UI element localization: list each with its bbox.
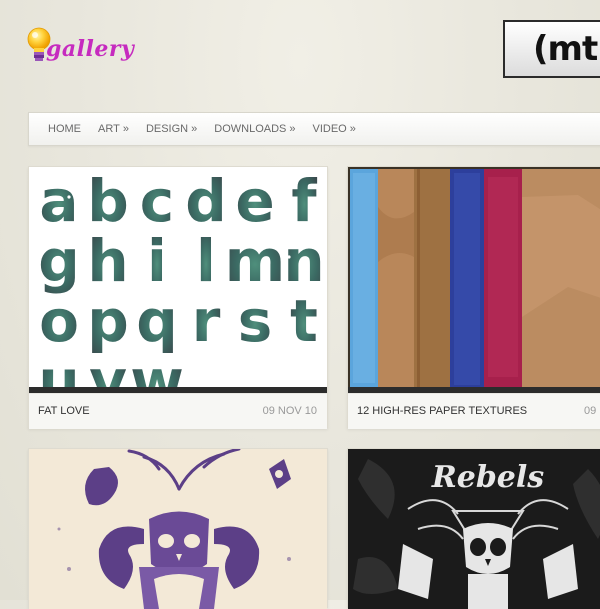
alphabet-letter: u (38, 347, 79, 393)
rebels-artwork: Rebels (348, 449, 600, 609)
chevron-right-icon: » (349, 123, 356, 135)
ad-text: (mt (533, 29, 598, 69)
alphabet-letter: h (87, 227, 128, 295)
sparkle-dot (287, 255, 291, 259)
sparkle-dot (67, 195, 71, 199)
post-thumbnail[interactable] (348, 167, 600, 393)
alphabet-letter: r (192, 287, 221, 355)
nav-item-design[interactable]: DESIGN» (146, 123, 197, 135)
alphabet-letter: g (38, 227, 80, 295)
sparkle-dot (257, 365, 261, 369)
post-title[interactable]: 12 HIGH-RES PAPER TEXTURES (357, 405, 527, 417)
nav-item-home[interactable]: HOME (48, 123, 81, 135)
alphabet-letter: q (136, 287, 178, 355)
alphabet-letter: w (130, 347, 184, 393)
nav-item-video[interactable]: VIDEO» (313, 123, 356, 135)
alphabet-letter: m (225, 227, 285, 295)
paper-textures-artwork (348, 167, 600, 393)
post-card-rebels[interactable]: Rebels (347, 448, 600, 609)
sparkle-dot (177, 275, 181, 279)
alphabet-letter: d (185, 167, 227, 235)
alphabet-artwork: a b c d e f g h i l mn o p q r s t u v w (29, 167, 327, 393)
sparkle-dot (147, 225, 151, 229)
alphabet-letter: f (291, 167, 317, 235)
post-date: 09 (584, 405, 597, 417)
nav-item-label: DESIGN (145, 123, 189, 135)
rebels-title: Rebels (431, 460, 544, 495)
chevron-right-icon: » (289, 123, 296, 135)
nav-item-downloads[interactable]: DOWNLOADS» (214, 123, 295, 135)
post-card-ram-art[interactable] (28, 448, 328, 609)
post-thumbnail[interactable] (29, 449, 327, 609)
alphabet-letter: o (39, 287, 79, 355)
post-caption: FAT LOVE 09 NOV 10 (29, 393, 327, 429)
nav-item-label: HOME (48, 123, 81, 135)
alphabet-letter: l (196, 227, 216, 295)
lightbulb-icon (27, 27, 51, 61)
alphabet-letter: s (238, 287, 273, 355)
nav-item-art[interactable]: ART» (98, 123, 129, 135)
alphabet-letter: p (87, 287, 129, 355)
alphabet-letter: e (235, 167, 274, 235)
site-logo[interactable]: gallery (26, 26, 134, 66)
sparkle-dot (117, 365, 121, 369)
alphabet-letter: i (147, 227, 167, 295)
nav-item-label: ART (98, 123, 120, 135)
post-card-fat-love[interactable]: abcdef ghilmn opqrst uvw FAT LOVE 09 NOV 10 (28, 166, 328, 429)
post-date: 09 NOV 10 (262, 405, 317, 417)
alphabet-letter: c (140, 167, 174, 235)
sparkle-dot (227, 185, 231, 189)
nav-item-label: DOWNLOADS (214, 123, 287, 135)
alphabet-letter: v (89, 347, 127, 393)
logo-text: gallery (46, 36, 135, 62)
main-nav: HOME ART» DESIGN» DOWNLOADS» VIDEO» (28, 112, 600, 146)
sparkle-dot (207, 325, 211, 329)
ram-skull-artwork (29, 449, 327, 609)
ad-banner[interactable]: (mt (503, 20, 600, 78)
chevron-right-icon: » (191, 123, 198, 135)
alphabet-letter: t (290, 287, 318, 355)
post-thumbnail[interactable]: Rebels (348, 449, 600, 609)
post-thumbnail[interactable]: abcdef ghilmn opqrst uvw (29, 167, 327, 393)
post-title[interactable]: FAT LOVE (38, 405, 90, 417)
alphabet-letter: n (283, 227, 324, 295)
chevron-right-icon: » (122, 123, 129, 135)
post-card-paper-textures[interactable]: 12 HIGH-RES PAPER TEXTURES 09 (347, 166, 600, 429)
alphabet-letter: b (87, 167, 129, 235)
alphabet-letter: a (39, 167, 78, 235)
nav-item-label: VIDEO (312, 123, 347, 135)
sparkle-dot (87, 305, 91, 309)
post-caption: 12 HIGH-RES PAPER TEXTURES 09 (348, 393, 600, 429)
